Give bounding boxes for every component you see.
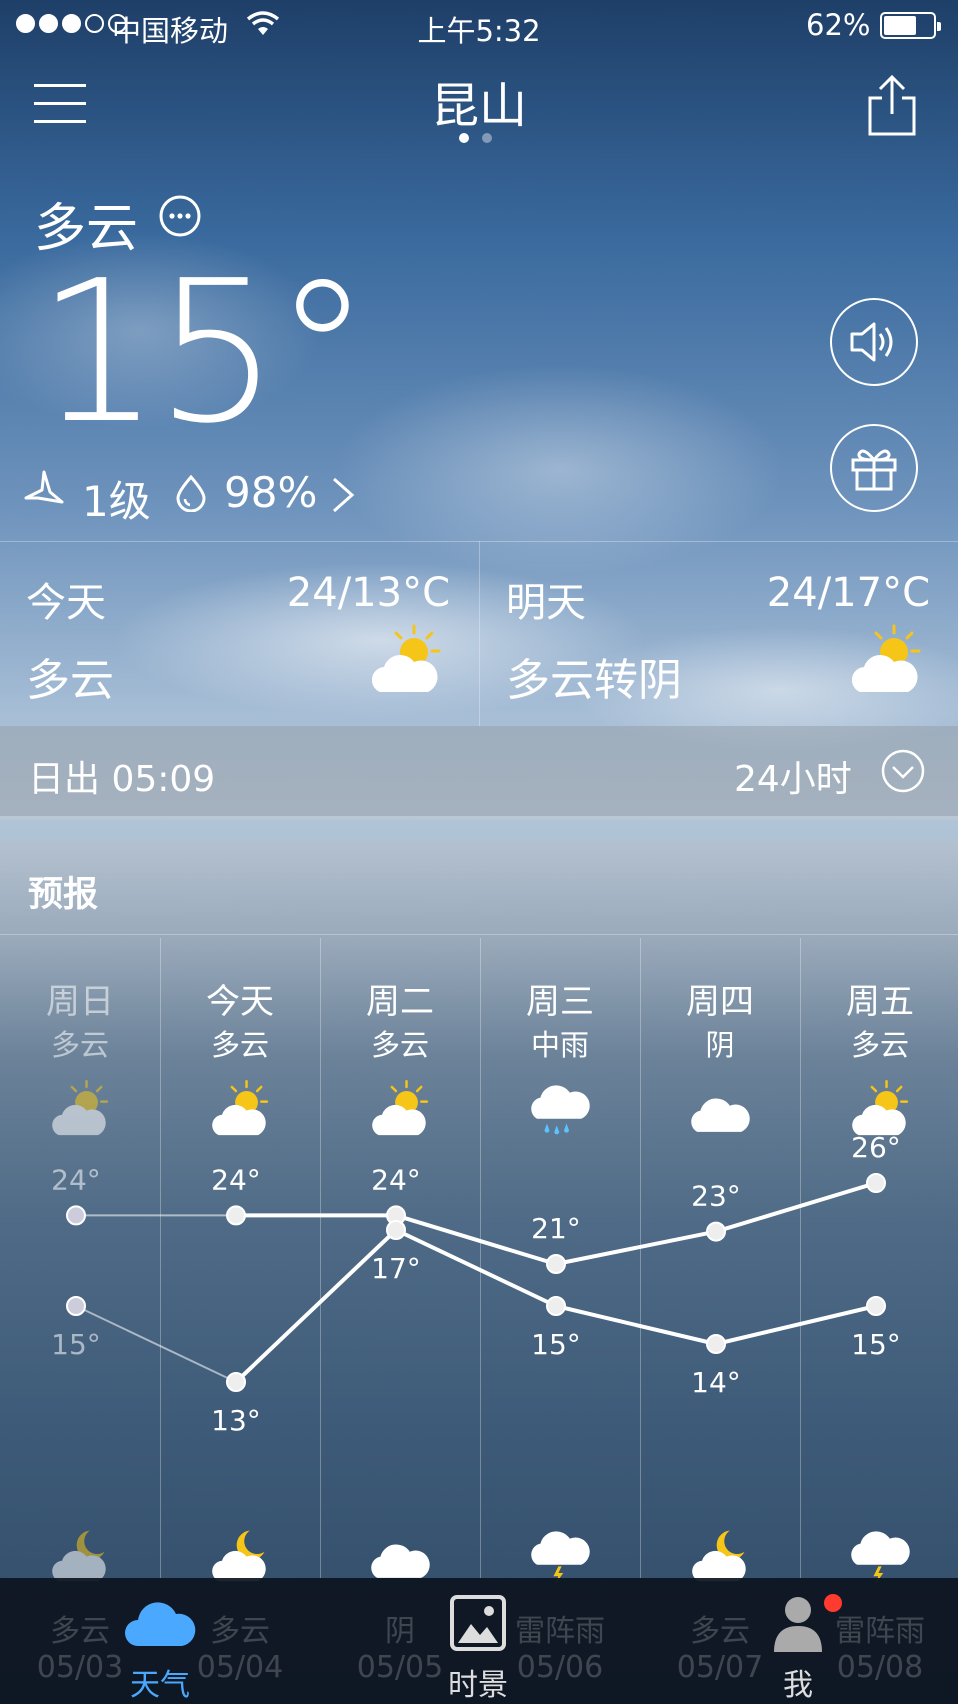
speaker-icon bbox=[850, 322, 893, 362]
tomorrow-condition: 多云转阴 bbox=[506, 655, 682, 706]
humidity-value[interactable]: 98% bbox=[224, 468, 317, 517]
humidity-icon bbox=[176, 474, 206, 512]
temperature-chart: 24° 24° 24° 21° 23° 26° 15° 13° 17° 15° 14° 15° bbox=[51, 1131, 901, 1437]
page-indicator bbox=[459, 133, 492, 143]
today-label: 今天 bbox=[26, 580, 106, 626]
chevron-down-icon[interactable] bbox=[880, 748, 926, 794]
tab-weather[interactable]: 天气 bbox=[100, 1590, 220, 1703]
low-temp-point bbox=[706, 1334, 726, 1354]
share-icon[interactable] bbox=[866, 74, 918, 138]
gift-icon bbox=[851, 449, 897, 491]
divider bbox=[0, 934, 958, 935]
low-temp-point bbox=[546, 1296, 566, 1316]
low-temp-label: 13° bbox=[211, 1404, 261, 1437]
low-temp-label: 14° bbox=[691, 1366, 741, 1399]
tomorrow-range: 24/17°C bbox=[766, 570, 930, 616]
forecast-title: 预报 bbox=[28, 875, 99, 915]
tab-me[interactable]: 我 bbox=[738, 1590, 858, 1703]
high-temp-point bbox=[866, 1173, 886, 1193]
high-temp-point bbox=[546, 1254, 566, 1274]
notification-badge bbox=[824, 1594, 842, 1612]
partly-cloudy-day-icon bbox=[371, 624, 441, 692]
city-name: 昆山 bbox=[430, 78, 527, 134]
low-temp-label: 15° bbox=[851, 1328, 901, 1361]
partly-cloudy-day-icon bbox=[851, 624, 921, 692]
voice-broadcast-button[interactable] bbox=[830, 298, 918, 386]
current-temperature: 15° bbox=[36, 239, 371, 467]
sunrise-time: 日出 05:09 bbox=[28, 759, 216, 800]
status-bar: 中国移动 上午5:32 62% bbox=[0, 0, 958, 52]
tab-label: 我 bbox=[783, 1668, 813, 1703]
person-icon bbox=[774, 1597, 822, 1652]
hourly-toggle-label[interactable]: 24小时 bbox=[734, 750, 852, 802]
high-temp-point bbox=[226, 1205, 246, 1226]
tab-label: 时景 bbox=[448, 1668, 508, 1703]
high-temp-label: 21° bbox=[531, 1212, 581, 1245]
high-temp-label: 26° bbox=[851, 1131, 901, 1164]
high-temp-point bbox=[66, 1205, 86, 1226]
high-temp-label: 24° bbox=[371, 1163, 421, 1196]
tab-scenes[interactable]: 时景 bbox=[418, 1590, 538, 1703]
chevron-right-icon[interactable] bbox=[330, 476, 356, 514]
divider bbox=[479, 541, 480, 726]
today-condition: 多云 bbox=[26, 655, 114, 706]
today-range: 24/13°C bbox=[286, 570, 450, 616]
high-temp-label: 24° bbox=[51, 1163, 101, 1196]
battery-percent: 62% bbox=[806, 8, 871, 42]
comment-icon[interactable] bbox=[158, 194, 202, 238]
wind-icon bbox=[24, 470, 64, 504]
low-temp-point bbox=[866, 1296, 886, 1316]
high-temp-label: 24° bbox=[211, 1163, 261, 1196]
photo-icon bbox=[450, 1595, 506, 1651]
gift-button[interactable] bbox=[830, 424, 918, 512]
low-temp-point bbox=[66, 1296, 86, 1316]
low-temp-label: 15° bbox=[531, 1328, 581, 1361]
tab-label: 天气 bbox=[130, 1668, 190, 1703]
high-temp-point bbox=[706, 1221, 726, 1242]
low-temp-point bbox=[226, 1372, 246, 1392]
high-temp-label: 23° bbox=[691, 1180, 741, 1213]
battery-icon bbox=[880, 12, 941, 39]
tomorrow-label: 明天 bbox=[506, 580, 586, 626]
low-temp-point bbox=[386, 1220, 406, 1240]
low-temp-label: 17° bbox=[371, 1252, 421, 1285]
wind-level: 1级 bbox=[82, 477, 151, 526]
low-temp-label: 15° bbox=[51, 1328, 101, 1361]
decorative-strip bbox=[0, 820, 958, 840]
cloud-icon bbox=[125, 1602, 196, 1646]
